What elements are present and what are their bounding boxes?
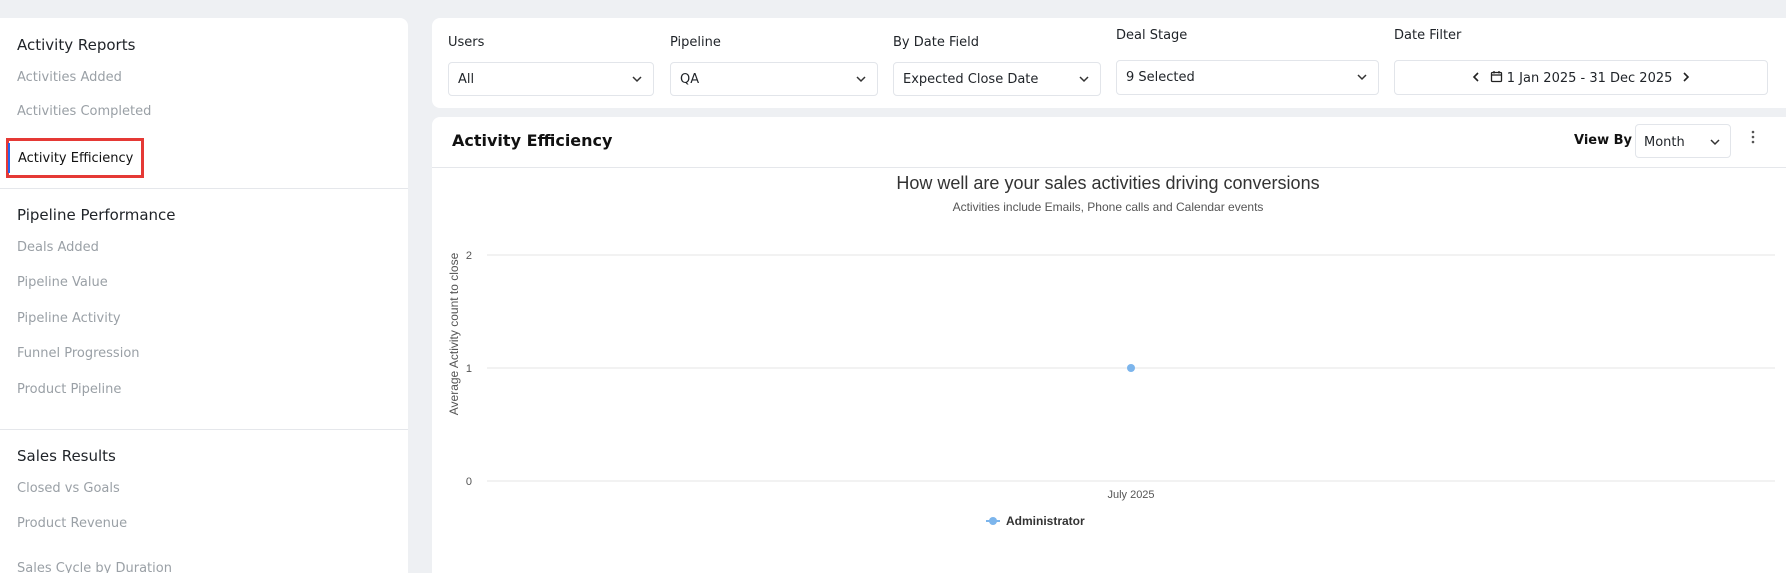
sidebar-item-activity-efficiency[interactable]: Activity Efficiency [6, 138, 144, 178]
pipeline-label: Pipeline [670, 35, 721, 50]
sidebar-item-deals-added[interactable]: Deals Added [17, 240, 99, 255]
y-tick-label: 2 [466, 250, 472, 262]
section-title-activity-reports: Activity Reports [17, 36, 136, 54]
users-label: Users [448, 35, 485, 50]
section-title-pipeline-performance: Pipeline Performance [17, 206, 176, 224]
view-by-select[interactable]: Month [1635, 124, 1731, 158]
date-filter-range: 1 Jan 2025 - 31 Dec 2025 [1394, 60, 1768, 95]
pipeline-value: QA [680, 72, 700, 87]
date-filter-label: Date Filter [1394, 28, 1462, 43]
sidebar-divider [0, 188, 408, 189]
chevron-left-icon[interactable] [1467, 71, 1485, 87]
date-field-value: Expected Close Date [903, 72, 1039, 87]
activity-efficiency-chart: How well are your sales activities drivi… [447, 173, 1775, 528]
sidebar-item-product-revenue[interactable]: Product Revenue [17, 516, 127, 531]
panel-header: Activity Efficiency View By Month [432, 117, 1786, 168]
calendar-icon [1490, 70, 1503, 87]
sidebar-item-pipeline-value[interactable]: Pipeline Value [17, 275, 108, 290]
legend-label: Administrator [1006, 514, 1085, 528]
panel-title: Activity Efficiency [452, 131, 613, 150]
y-tick-label: 0 [466, 476, 472, 488]
legend-marker [989, 517, 997, 525]
deal-stage-label: Deal Stage [1116, 28, 1188, 43]
filter-bar: Users All Pipeline QA By Date Field Expe… [432, 18, 1786, 108]
chevron-down-icon [1710, 139, 1720, 146]
sidebar-item-activities-added[interactable]: Activities Added [17, 70, 122, 85]
chevron-down-icon [632, 76, 642, 83]
chevron-down-icon [1079, 76, 1089, 83]
sidebar-item-activities-completed[interactable]: Activities Completed [17, 104, 151, 119]
deal-stage-value: 9 Selected [1126, 70, 1195, 85]
sidebar-divider [0, 429, 408, 430]
pipeline-select[interactable]: QA [670, 62, 878, 96]
chart-subtitle: Activities include Emails, Phone calls a… [953, 200, 1264, 214]
x-tick-label: July 2025 [1107, 489, 1154, 501]
chevron-right-icon[interactable] [1677, 71, 1695, 87]
sidebar-item-funnel-progression[interactable]: Funnel Progression [17, 346, 140, 361]
sidebar-item-product-pipeline[interactable]: Product Pipeline [17, 382, 121, 397]
date-field-label: By Date Field [893, 35, 979, 50]
more-options-icon[interactable] [1750, 129, 1756, 145]
view-by-value: Month [1644, 135, 1685, 150]
users-value: All [458, 72, 475, 87]
chevron-down-icon [1357, 74, 1367, 81]
report-sidebar: Activity Reports Activities Added Activi… [0, 18, 408, 573]
section-title-sales-results: Sales Results [17, 447, 116, 465]
data-point [1127, 364, 1135, 372]
users-select[interactable]: All [448, 62, 654, 96]
view-by-label: View By [1574, 133, 1633, 148]
date-field-select[interactable]: Expected Close Date [893, 62, 1101, 96]
y-axis-label: Average Activity count to close [447, 252, 461, 415]
sidebar-item-pipeline-activity[interactable]: Pipeline Activity [17, 311, 121, 326]
sidebar-item-sales-cycle-by-duration[interactable]: Sales Cycle by Duration [17, 561, 172, 573]
y-tick-label: 1 [466, 363, 472, 375]
chart-panel: Activity Efficiency View By Month How we… [432, 117, 1786, 573]
deal-stage-select[interactable]: 9 Selected [1116, 60, 1379, 95]
date-range-value[interactable]: 1 Jan 2025 - 31 Dec 2025 [1507, 71, 1673, 86]
chart-title: How well are your sales activities drivi… [896, 173, 1319, 193]
chevron-down-icon [856, 76, 866, 83]
sidebar-item-closed-vs-goals[interactable]: Closed vs Goals [17, 481, 120, 496]
